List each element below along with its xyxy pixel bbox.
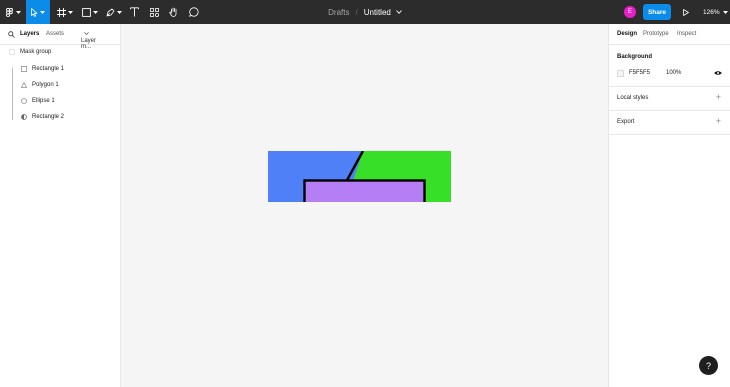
background-hex-value[interactable]: F5F5F5 bbox=[629, 70, 650, 76]
layer-row-ellipse-1[interactable]: Ellipse 1 bbox=[0, 94, 120, 108]
rectangle-icon bbox=[82, 7, 91, 17]
resources-button[interactable] bbox=[147, 0, 161, 24]
avatar[interactable]: E bbox=[624, 6, 636, 18]
tab-design[interactable]: Design bbox=[617, 31, 637, 37]
chevron-down-icon bbox=[117, 10, 122, 14]
layers-panel: Layers Assets Layer m... Mask group Rect… bbox=[0, 24, 121, 387]
section-divider bbox=[609, 110, 730, 111]
tab-inspect[interactable]: Inspect bbox=[677, 31, 696, 37]
resources-icon bbox=[149, 7, 159, 17]
search-icon[interactable] bbox=[8, 31, 15, 38]
share-button[interactable]: Share bbox=[643, 4, 671, 20]
chevron-down-icon bbox=[84, 32, 89, 36]
mask-group-icon bbox=[9, 49, 15, 55]
chevron-down-icon bbox=[40, 10, 45, 14]
toolbar: Drafts / Untitled E Share 126% bbox=[0, 0, 730, 24]
tab-prototype[interactable]: Prototype bbox=[643, 31, 669, 37]
text-icon bbox=[129, 7, 139, 17]
chevron-down-icon bbox=[722, 10, 728, 14]
layer-row-mask-group[interactable]: Mask group bbox=[0, 45, 120, 59]
frame-icon bbox=[57, 7, 66, 17]
zoom-dropdown[interactable]: 126% bbox=[703, 0, 728, 24]
breadcrumb-drafts[interactable]: Drafts bbox=[328, 8, 349, 17]
cursor-icon bbox=[31, 7, 38, 17]
rectangle-icon bbox=[21, 66, 27, 72]
mask-icon bbox=[21, 114, 27, 120]
properties-panel: Design Prototype Inspect Background F5F5… bbox=[608, 24, 730, 387]
export-label: Export bbox=[617, 119, 635, 125]
layer-label: Mask group bbox=[20, 49, 52, 55]
background-color-swatch[interactable] bbox=[617, 70, 624, 77]
breadcrumb-separator: / bbox=[355, 7, 358, 17]
layer-row-rectangle-1[interactable]: Rectangle 1 bbox=[0, 62, 120, 76]
add-style-button[interactable]: + bbox=[716, 93, 721, 102]
purple-rectangle-shape[interactable] bbox=[303, 179, 426, 203]
pen-icon bbox=[106, 8, 115, 16]
tab-layers[interactable]: Layers bbox=[20, 31, 39, 37]
left-panel-tabs: Layers Assets Layer m... bbox=[0, 24, 120, 50]
layer-label: Rectangle 2 bbox=[32, 114, 65, 120]
chevron-down-icon bbox=[15, 10, 21, 14]
eye-icon[interactable] bbox=[714, 70, 722, 76]
layer-row-polygon-1[interactable]: Polygon 1 bbox=[0, 78, 120, 92]
frame-tool-button[interactable] bbox=[55, 0, 75, 24]
right-panel-tabs: Design Prototype Inspect bbox=[609, 24, 730, 45]
page-selector[interactable]: Layer m... bbox=[81, 31, 96, 50]
layer-row-rectangle-2[interactable]: Rectangle 2 bbox=[0, 110, 120, 124]
chevron-down-icon bbox=[68, 10, 73, 14]
move-tool-button[interactable] bbox=[26, 0, 50, 24]
comment-tool-button[interactable] bbox=[187, 0, 201, 24]
chevron-down-icon bbox=[93, 10, 98, 14]
ellipse-icon bbox=[21, 98, 27, 104]
mask-group-shape[interactable] bbox=[268, 151, 451, 202]
layer-label: Polygon 1 bbox=[32, 82, 59, 88]
zoom-label: 126% bbox=[703, 8, 720, 16]
section-divider bbox=[609, 134, 730, 135]
play-icon bbox=[683, 8, 689, 16]
section-divider bbox=[609, 86, 730, 87]
tab-assets[interactable]: Assets bbox=[46, 31, 64, 37]
file-name[interactable]: Untitled bbox=[364, 8, 391, 17]
present-button[interactable] bbox=[680, 0, 692, 24]
local-styles-label: Local styles bbox=[617, 95, 649, 101]
text-tool-button[interactable] bbox=[127, 0, 141, 24]
background-section-title: Background bbox=[617, 54, 653, 60]
canvas[interactable] bbox=[121, 24, 608, 387]
chevron-down-icon[interactable] bbox=[396, 10, 402, 14]
layer-label: Ellipse 1 bbox=[32, 98, 55, 104]
main-menu-button[interactable] bbox=[4, 0, 22, 24]
shape-tool-button[interactable] bbox=[80, 0, 100, 24]
hand-tool-button[interactable] bbox=[167, 0, 181, 24]
comment-icon bbox=[189, 7, 199, 17]
layer-label: Rectangle 1 bbox=[32, 66, 65, 72]
help-button[interactable]: ? bbox=[699, 356, 718, 375]
add-export-button[interactable]: + bbox=[716, 117, 721, 126]
background-opacity-value[interactable]: 100% bbox=[666, 70, 681, 76]
hand-icon bbox=[169, 7, 177, 17]
polygon-icon bbox=[21, 82, 27, 88]
pen-tool-button[interactable] bbox=[104, 0, 124, 24]
figma-logo-icon bbox=[5, 7, 13, 17]
